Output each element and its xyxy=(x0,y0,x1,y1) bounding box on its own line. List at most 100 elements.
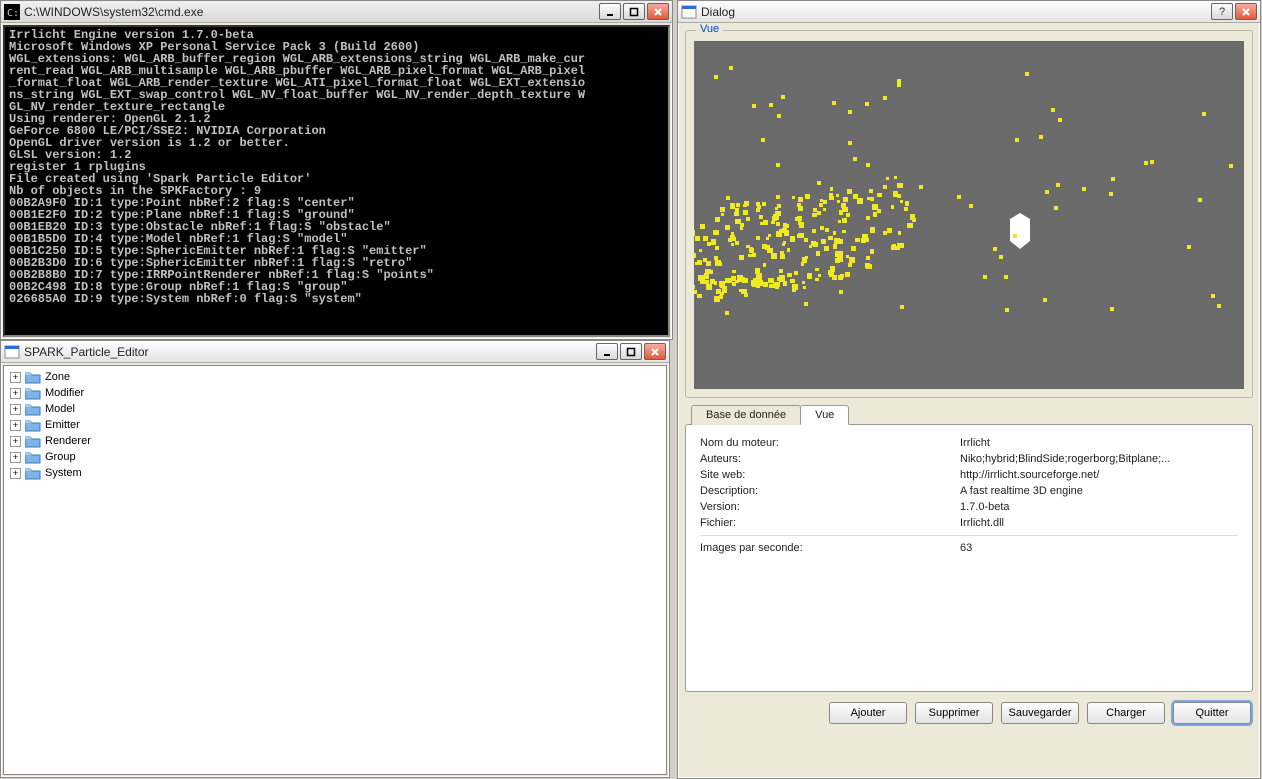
particle xyxy=(1045,190,1049,194)
particle xyxy=(873,212,878,217)
particle xyxy=(779,269,783,273)
version-value: 1.7.0-beta xyxy=(960,501,1010,513)
folder-icon xyxy=(25,435,41,448)
particle xyxy=(842,230,845,233)
editor-window: SPARK_Particle_Editor +Zone+Modifier+Mod… xyxy=(0,340,670,778)
tree-item-group[interactable]: +Group xyxy=(6,449,664,465)
delete-button[interactable]: Supprimer xyxy=(915,702,993,724)
expand-icon[interactable]: + xyxy=(10,388,21,399)
particle xyxy=(776,231,782,237)
help-button[interactable]: ? xyxy=(1211,3,1233,20)
description-label: Description: xyxy=(700,485,960,497)
particle xyxy=(721,213,724,216)
expand-icon[interactable]: + xyxy=(10,468,21,479)
expand-icon[interactable]: + xyxy=(10,420,21,431)
particle xyxy=(798,206,803,211)
particle xyxy=(706,284,712,290)
close-button[interactable] xyxy=(1235,3,1257,20)
dialog-titlebar[interactable]: Dialog ? xyxy=(678,1,1260,23)
folder-icon xyxy=(25,387,41,400)
particle xyxy=(1110,307,1114,311)
particle xyxy=(698,275,704,281)
particle xyxy=(736,203,741,208)
cmd-icon: C:\ xyxy=(4,4,20,20)
particle xyxy=(894,176,897,179)
expand-icon[interactable]: + xyxy=(10,452,21,463)
particle xyxy=(714,75,718,79)
particle xyxy=(815,278,819,282)
maximize-button[interactable] xyxy=(623,3,645,20)
tab-panel-vue: Nom du moteur:Irrlicht Auteurs:Niko;hybr… xyxy=(685,424,1253,692)
particle xyxy=(782,243,786,247)
particle xyxy=(756,274,762,280)
expand-icon[interactable]: + xyxy=(10,404,21,415)
particle xyxy=(744,293,748,297)
particle xyxy=(1150,160,1154,164)
particle xyxy=(763,282,768,287)
quit-button[interactable]: Quitter xyxy=(1173,702,1251,724)
particle xyxy=(787,248,790,251)
minimize-button[interactable] xyxy=(599,3,621,20)
file-value: Irrlicht.dll xyxy=(960,517,1004,529)
tree-item-zone[interactable]: +Zone xyxy=(6,369,664,385)
particle xyxy=(883,96,887,100)
particle xyxy=(865,102,869,106)
particle xyxy=(763,263,766,266)
particle xyxy=(897,83,901,87)
tree-item-system[interactable]: +System xyxy=(6,465,664,481)
particle xyxy=(803,286,807,290)
editor-titlebar[interactable]: SPARK_Particle_Editor xyxy=(1,341,669,363)
tree-view[interactable]: +Zone+Modifier+Model+Emitter+Renderer+Gr… xyxy=(3,365,667,775)
particle xyxy=(787,273,792,278)
tab-vue[interactable]: Vue xyxy=(800,405,849,425)
particle xyxy=(792,287,797,292)
particle xyxy=(851,246,856,251)
load-button[interactable]: Charger xyxy=(1087,702,1165,724)
particle xyxy=(1025,72,1029,76)
particle xyxy=(735,219,740,224)
particle xyxy=(707,242,711,246)
particle xyxy=(897,243,902,248)
particle xyxy=(904,207,908,211)
particle xyxy=(762,202,766,206)
minimize-button[interactable] xyxy=(596,343,618,360)
particle xyxy=(891,245,896,250)
folder-icon xyxy=(25,403,41,416)
particle xyxy=(891,205,894,208)
particle xyxy=(798,197,803,202)
tree-item-model[interactable]: +Model xyxy=(6,401,664,417)
tree-item-modifier[interactable]: + Modifier xyxy=(6,385,664,401)
particle xyxy=(829,271,834,276)
add-button[interactable]: Ajouter xyxy=(829,702,907,724)
particle xyxy=(833,231,837,235)
particle xyxy=(887,228,892,233)
tab-database[interactable]: Base de donnée xyxy=(691,405,801,425)
particle xyxy=(697,294,702,299)
particle xyxy=(897,79,901,83)
particle xyxy=(866,163,870,167)
particle xyxy=(848,263,852,267)
tree-item-emitter[interactable]: +Emitter xyxy=(6,417,664,433)
particle xyxy=(775,285,780,290)
tree-item-label: Modifier xyxy=(45,387,84,399)
particle xyxy=(807,275,812,280)
particle xyxy=(1043,298,1047,302)
particle xyxy=(865,263,871,269)
expand-icon[interactable]: + xyxy=(10,372,21,383)
particle xyxy=(836,194,839,197)
save-button[interactable]: Sauvegarder xyxy=(1001,702,1079,724)
folder-icon xyxy=(25,419,41,432)
particle xyxy=(866,216,870,220)
close-button[interactable] xyxy=(647,3,669,20)
3d-viewport[interactable] xyxy=(694,41,1244,389)
particle xyxy=(794,271,798,275)
particle xyxy=(694,230,695,235)
expand-icon[interactable]: + xyxy=(10,436,21,447)
tree-item-renderer[interactable]: +Renderer xyxy=(6,433,664,449)
folder-icon xyxy=(25,371,41,384)
cmd-titlebar[interactable]: C:\ C:\WINDOWS\system32\cmd.exe xyxy=(1,1,672,23)
particle xyxy=(700,224,705,229)
particle xyxy=(752,253,756,257)
close-button[interactable] xyxy=(644,343,666,360)
maximize-button[interactable] xyxy=(620,343,642,360)
